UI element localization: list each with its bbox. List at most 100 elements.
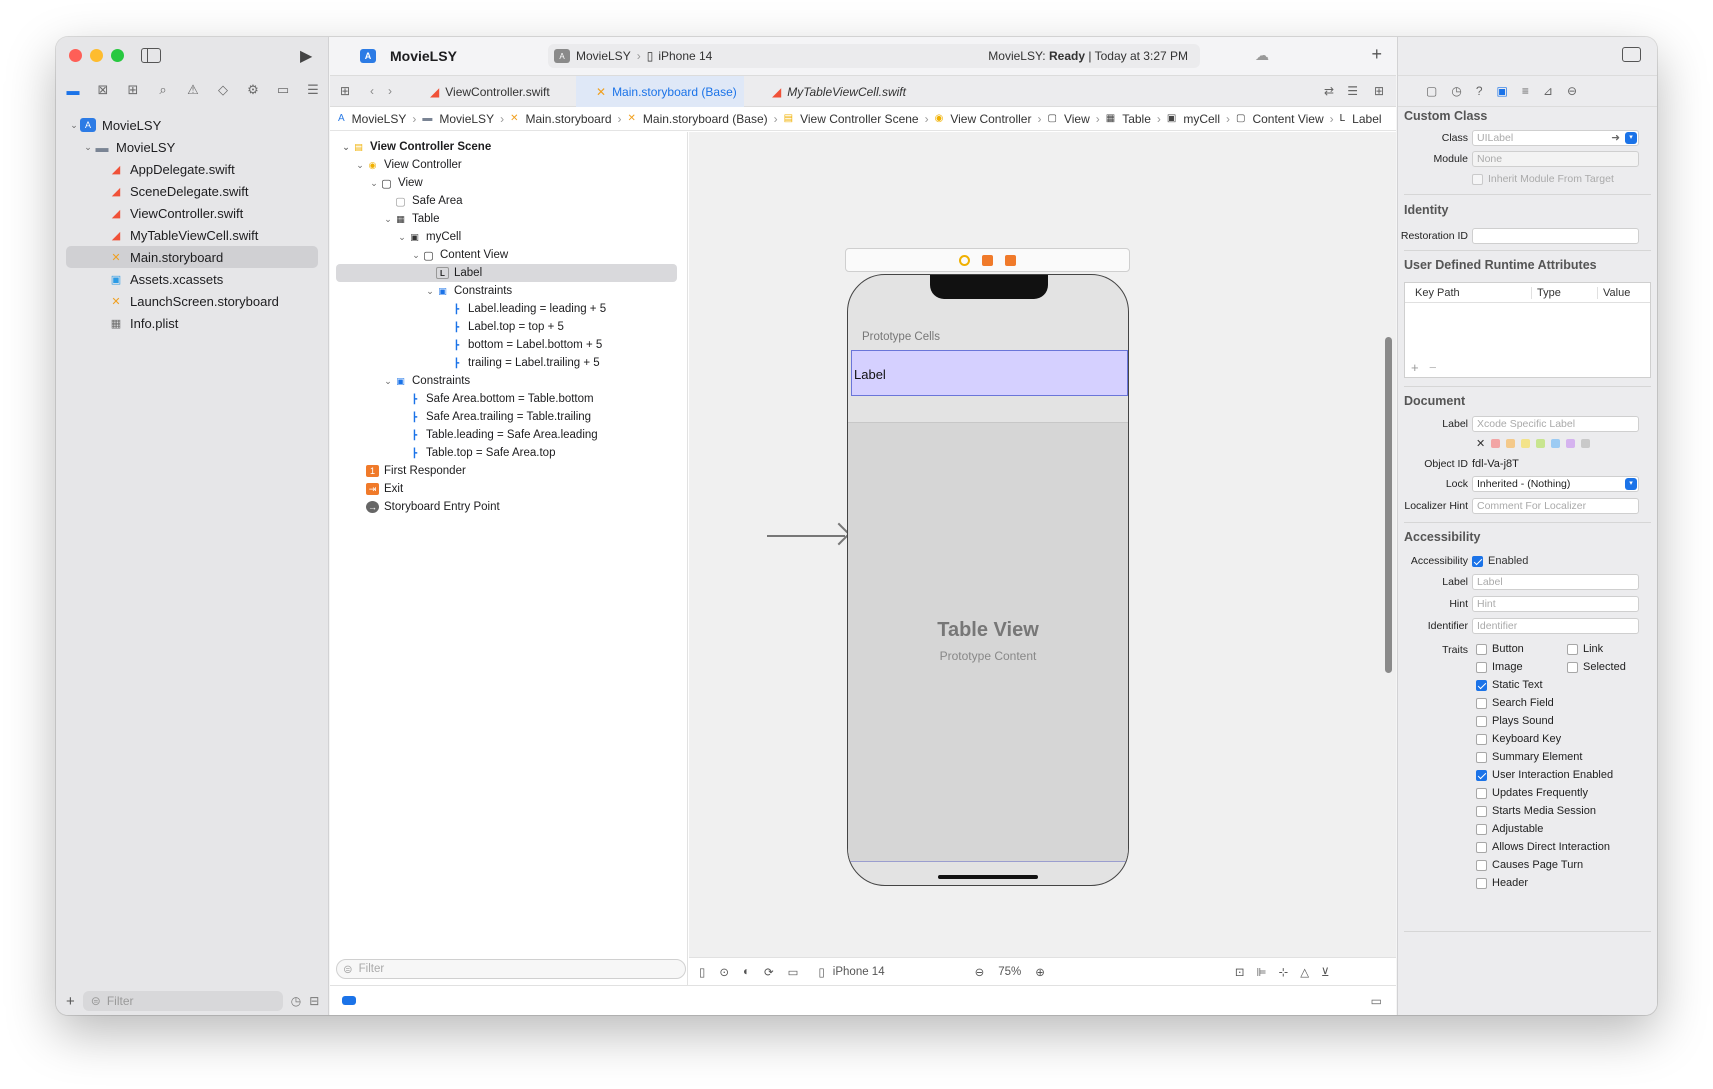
breadcrumb-item[interactable]: View Controller Scene bbox=[800, 112, 919, 126]
zoom-in-icon[interactable]: ⊕ bbox=[1035, 965, 1045, 979]
module-select[interactable]: None bbox=[1472, 151, 1639, 167]
attributes-icon[interactable]: ≡ bbox=[1522, 84, 1529, 98]
sidebar-toggle-icon[interactable] bbox=[141, 48, 161, 63]
history-icon[interactable]: ◷ bbox=[1451, 84, 1461, 98]
trait-item[interactable]: Static Text bbox=[1476, 679, 1543, 691]
outline-toggle-icon[interactable]: ▯ bbox=[699, 965, 705, 979]
chevron-down-icon[interactable]: ⌄ bbox=[68, 120, 80, 131]
doc-label-input[interactable]: Xcode Specific Label bbox=[1472, 416, 1639, 432]
cloud-icon[interactable]: ☁ bbox=[1255, 47, 1269, 64]
identity-inspector-icon[interactable]: ▣ bbox=[1497, 84, 1508, 98]
scheme-bar[interactable]: A MovieLSY › ▯ iPhone 14 MovieLSY: Ready… bbox=[548, 44, 1200, 68]
source-control-icon[interactable]: ⊠ bbox=[92, 81, 114, 99]
breadcrumb-item[interactable]: Main.storyboard (Base) bbox=[643, 112, 768, 126]
breadcrumb-item[interactable]: Label bbox=[1352, 112, 1381, 126]
trait-item[interactable]: Updates Frequently bbox=[1476, 787, 1588, 799]
trait-checkbox[interactable] bbox=[1476, 697, 1487, 709]
type-header[interactable]: Type bbox=[1531, 286, 1597, 299]
update-frames-icon[interactable]: ⊡ bbox=[1235, 965, 1245, 979]
outline-item[interactable]: ⇥ Exit bbox=[330, 480, 687, 498]
outline-item[interactable]: ⌄ ▦ Table bbox=[330, 210, 687, 228]
pin-icon[interactable]: ⊹ bbox=[1279, 965, 1289, 979]
trait-checkbox[interactable] bbox=[1476, 679, 1487, 691]
breadcrumb-item[interactable]: View Controller bbox=[950, 112, 1031, 126]
zoom-out-icon[interactable]: ⊖ bbox=[975, 965, 985, 979]
breadcrumb-item[interactable]: Content View bbox=[1252, 112, 1323, 126]
outline-item[interactable]: ┣ trailing = Label.trailing + 5 bbox=[330, 354, 687, 372]
color-swatch[interactable] bbox=[1551, 439, 1561, 448]
trait-item[interactable]: Keyboard Key bbox=[1476, 733, 1561, 745]
outline-item[interactable]: ┣ Label.leading = leading + 5 bbox=[330, 300, 687, 318]
recent-icon[interactable]: ◷ bbox=[291, 994, 301, 1008]
breadcrumb-item[interactable]: myCell bbox=[1183, 112, 1220, 126]
connections-icon[interactable]: ⊖ bbox=[1567, 84, 1577, 98]
cell-label[interactable]: Label bbox=[854, 367, 886, 382]
trait-item[interactable]: Allows Direct Interaction bbox=[1476, 841, 1610, 853]
add-icon[interactable]: + bbox=[1411, 360, 1419, 375]
prototype-cell[interactable]: Label bbox=[851, 350, 1128, 396]
trait-checkbox[interactable] bbox=[1476, 715, 1487, 727]
color-swatch[interactable] bbox=[1491, 439, 1501, 448]
trait-checkbox[interactable] bbox=[1476, 733, 1487, 745]
trait-checkbox[interactable] bbox=[1476, 877, 1487, 889]
view-controller-icon[interactable] bbox=[959, 254, 970, 266]
breakpoint-icon[interactable]: ▭ bbox=[272, 81, 294, 99]
accessibility-enabled-checkbox[interactable] bbox=[1472, 555, 1483, 567]
scheme-device[interactable]: iPhone 14 bbox=[658, 49, 712, 63]
breadcrumb-item[interactable]: MovieLSY bbox=[439, 112, 494, 126]
outline-item[interactable]: ⌄ ▣ myCell bbox=[330, 228, 687, 246]
color-swatch[interactable] bbox=[1536, 439, 1546, 448]
outline-item[interactable]: ⌄ ▣ Constraints bbox=[330, 372, 687, 390]
layout-icon[interactable]: ▭ bbox=[788, 965, 799, 979]
trait-checkbox[interactable] bbox=[1476, 787, 1487, 799]
navigator-item[interactable]: ◢ MyTableViewCell.swift bbox=[56, 224, 328, 246]
close-window-button[interactable] bbox=[69, 49, 82, 62]
resolve-icon[interactable]: △ bbox=[1300, 965, 1309, 979]
outline-item[interactable]: ⌄ ▣ Constraints bbox=[330, 282, 687, 300]
navigator-item[interactable]: ⌄ ▬ MovieLSY bbox=[56, 136, 328, 158]
trait-item[interactable]: Causes Page Turn bbox=[1476, 859, 1583, 871]
outline-item[interactable]: ┣ Label.top = top + 5 bbox=[330, 318, 687, 336]
add-editor-icon[interactable]: ⊞ bbox=[1374, 84, 1384, 98]
report-icon[interactable]: ☰ bbox=[302, 81, 324, 99]
remove-icon[interactable]: − bbox=[1429, 360, 1437, 375]
breadcrumb-item[interactable]: Main.storyboard bbox=[525, 112, 611, 126]
tab-main-storyboard[interactable]: ✕ Main.storyboard (Base) bbox=[576, 76, 744, 107]
test-icon[interactable]: ◇ bbox=[212, 81, 234, 99]
trait-item[interactable]: Header bbox=[1476, 877, 1528, 889]
chevron-down-icon[interactable]: ▾ bbox=[1625, 132, 1637, 144]
trait-item[interactable]: Selected bbox=[1567, 661, 1626, 673]
navigator-item[interactable]: ◢ ViewController.swift bbox=[56, 202, 328, 224]
outline-item[interactable]: ▢ Safe Area bbox=[330, 192, 687, 210]
acc-hint-input[interactable]: Hint bbox=[1472, 596, 1639, 612]
folder-icon[interactable]: ▬ bbox=[62, 81, 84, 99]
trait-item[interactable]: Adjustable bbox=[1476, 823, 1543, 835]
navigator-item[interactable]: ▣ Assets.xcassets bbox=[56, 268, 328, 290]
localizer-input[interactable]: Comment For Localizer bbox=[1472, 498, 1639, 514]
breadcrumb-item[interactable]: Table bbox=[1122, 112, 1151, 126]
add-icon[interactable]: + bbox=[66, 993, 75, 1010]
trait-checkbox[interactable] bbox=[1567, 661, 1578, 673]
outline-item[interactable]: → Storyboard Entry Point bbox=[330, 498, 687, 516]
chevron-down-icon[interactable]: ⌄ bbox=[368, 178, 380, 189]
chevron-down-icon[interactable]: ⌄ bbox=[410, 250, 422, 261]
grid-icon[interactable]: ⊞ bbox=[340, 84, 350, 98]
trait-item[interactable]: Button bbox=[1476, 643, 1524, 655]
outline-item[interactable]: L Label bbox=[336, 264, 677, 282]
table-view[interactable]: Table View Prototype Content bbox=[848, 422, 1128, 862]
search-icon[interactable]: ⌕ bbox=[152, 81, 174, 99]
outline-filter-input[interactable]: ⊜ Filter bbox=[336, 959, 686, 979]
clear-color-icon[interactable]: ✕ bbox=[1476, 437, 1485, 450]
first-responder-icon[interactable] bbox=[982, 254, 993, 266]
navigator-filter-input[interactable]: ⊜ Filter bbox=[82, 991, 283, 1011]
outline-item[interactable]: ┣ Safe Area.trailing = Table.trailing bbox=[330, 408, 687, 426]
run-icon[interactable]: ▶ bbox=[300, 46, 312, 66]
storyboard-canvas[interactable]: Prototype Cells Label Table View Prototy… bbox=[689, 132, 1396, 985]
breadcrumb-item[interactable]: View bbox=[1064, 112, 1090, 126]
warning-icon[interactable]: ⚠ bbox=[182, 81, 204, 99]
chevron-down-icon[interactable]: ⌄ bbox=[340, 142, 352, 153]
trait-checkbox[interactable] bbox=[1476, 643, 1487, 655]
editor-options-icon[interactable]: ☰ bbox=[1347, 84, 1358, 98]
trait-checkbox[interactable] bbox=[1476, 661, 1487, 673]
outline-item[interactable]: ┣ Table.leading = Safe Area.leading bbox=[330, 426, 687, 444]
